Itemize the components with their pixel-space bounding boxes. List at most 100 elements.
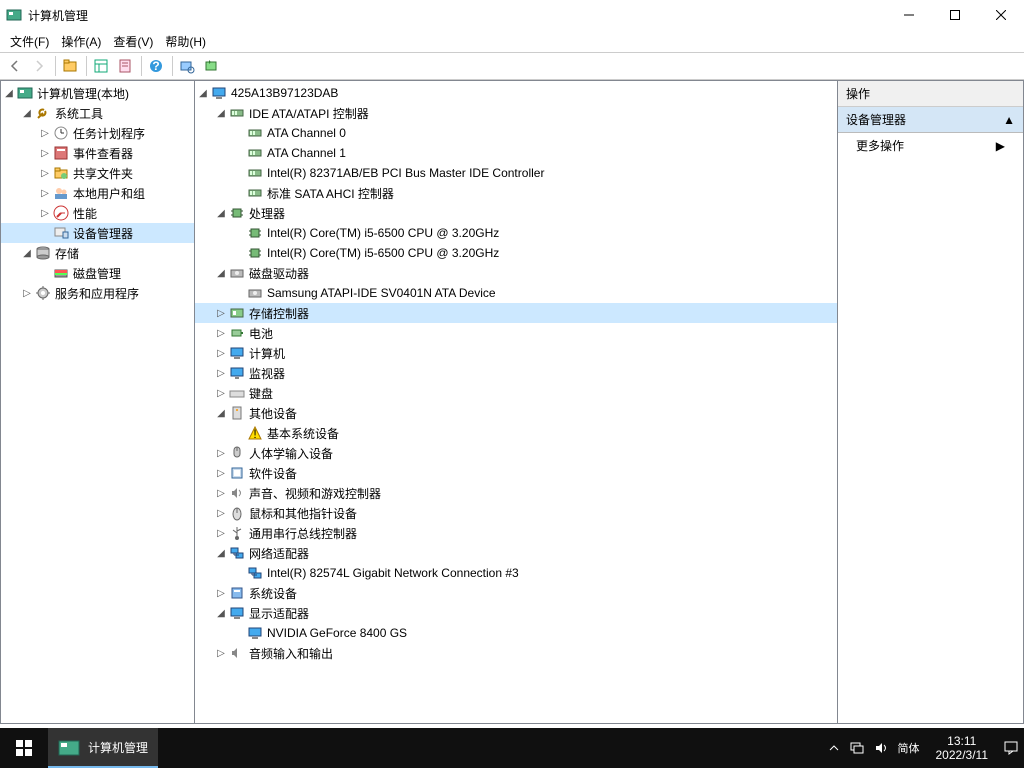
tray-volume-icon[interactable]	[874, 741, 888, 755]
tree-item[interactable]: ▷电池	[195, 323, 837, 343]
tree-item[interactable]: ◢处理器	[195, 203, 837, 223]
up-button[interactable]	[59, 55, 81, 77]
tree-item[interactable]: ▷计算机	[195, 343, 837, 363]
tree-twisty[interactable]: ◢	[195, 88, 211, 99]
tree-item[interactable]: ▷Intel(R) 82371AB/EB PCI Bus Master IDE …	[195, 163, 837, 183]
properties-button[interactable]	[114, 55, 136, 77]
tree-item[interactable]: ◢网络适配器	[195, 543, 837, 563]
tree-item[interactable]: ▷ 共享文件夹	[1, 163, 194, 183]
actions-category[interactable]: 设备管理器 ▲	[838, 107, 1023, 133]
tree-item[interactable]: ◢磁盘驱动器	[195, 263, 837, 283]
tree-item[interactable]: ◢显示适配器	[195, 603, 837, 623]
tree-item[interactable]: ▷通用串行总线控制器	[195, 523, 837, 543]
tree-item[interactable]: ▷ATA Channel 1	[195, 143, 837, 163]
maximize-button[interactable]	[932, 0, 978, 30]
tray-network-icon[interactable]	[850, 741, 864, 755]
tree-item[interactable]: ▷事件查看器	[1, 143, 194, 163]
tree-twisty[interactable]: ▷	[213, 448, 229, 459]
console-tree-pane[interactable]: ◢计算机管理(本地)◢系统工具▷任务计划程序▷事件查看器▷共享文件夹▷本地用户和…	[0, 80, 195, 724]
menu-help[interactable]: 帮助(H)	[159, 31, 212, 52]
display-icon	[229, 605, 245, 621]
tree-twisty[interactable]: ▷	[213, 368, 229, 379]
tree-twisty[interactable]: ▷	[37, 208, 53, 219]
more-actions[interactable]: 更多操作 ▶	[838, 133, 1023, 158]
tree-item[interactable]: ▷磁盘管理	[1, 263, 194, 283]
tree-item[interactable]: ▷音频输入和输出	[195, 643, 837, 663]
tree-twisty[interactable]: ◢	[213, 408, 229, 419]
tree-item[interactable]: ▷监视器	[195, 363, 837, 383]
tree-item[interactable]: ▷任务计划程序	[1, 123, 194, 143]
submenu-arrow-icon: ▶	[996, 139, 1005, 153]
tree-item[interactable]: ▷存储控制器	[195, 303, 837, 323]
tree-item[interactable]: ▷性能	[1, 203, 194, 223]
tree-twisty[interactable]: ▷	[37, 128, 53, 139]
tree-item[interactable]: ▷鼠标和其他指针设备	[195, 503, 837, 523]
menu-view[interactable]: 查看(V)	[107, 31, 159, 52]
tree-twisty[interactable]: ◢	[213, 548, 229, 559]
help-button[interactable]: ?	[145, 55, 167, 77]
tree-twisty[interactable]: ▷	[213, 468, 229, 479]
tree-item[interactable]: ▷Intel(R) 82574L Gigabit Network Connect…	[195, 563, 837, 583]
device-tree-pane[interactable]: ◢425A13B97123DAB◢IDE ATA/ATAPI 控制器▷ATA C…	[195, 80, 838, 724]
notifications-icon[interactable]	[1004, 741, 1018, 755]
tree-twisty[interactable]: ▷	[213, 308, 229, 319]
forward-button[interactable]	[28, 55, 50, 77]
tree-twisty[interactable]: ◢	[213, 108, 229, 119]
tree-twisty[interactable]: ◢	[19, 248, 35, 259]
tree-item[interactable]: ◢其他设备	[195, 403, 837, 423]
tree-item[interactable]: ▷设备管理器	[1, 223, 194, 243]
tree-twisty[interactable]: ▷	[213, 488, 229, 499]
taskbar-clock[interactable]: 13:11 2022/3/11	[930, 734, 995, 762]
tray-ime[interactable]: 简体	[898, 740, 920, 756]
tree-item[interactable]: ▷人体学输入设备	[195, 443, 837, 463]
tree-twisty[interactable]: ▷	[37, 188, 53, 199]
tree-item[interactable]: ▷Samsung ATAPI-IDE SV0401N ATA Device	[195, 283, 837, 303]
tree-item[interactable]: ▷系统设备	[195, 583, 837, 603]
tree-twisty[interactable]: ▷	[213, 388, 229, 399]
tree-twisty[interactable]: ◢	[213, 268, 229, 279]
show-hide-button[interactable]	[90, 55, 112, 77]
tree-twisty[interactable]: ▷	[19, 288, 35, 299]
tree-item[interactable]: ◢计算机管理(本地)	[1, 83, 194, 103]
tree-item-label: 键盘	[249, 385, 273, 402]
back-button[interactable]	[4, 55, 26, 77]
tree-twisty[interactable]: ◢	[1, 88, 17, 99]
tree-item[interactable]: ▷ATA Channel 0	[195, 123, 837, 143]
tree-twisty[interactable]: ▷	[37, 168, 53, 179]
start-button[interactable]	[0, 728, 48, 768]
tray-chevron-icon[interactable]	[828, 742, 840, 754]
tree-item[interactable]: ▷ 键盘	[195, 383, 837, 403]
tree-item-label: 共享文件夹	[73, 165, 133, 182]
tree-item[interactable]: ◢存储	[1, 243, 194, 263]
tree-item[interactable]: ▷Intel(R) Core(TM) i5-6500 CPU @ 3.20GHz	[195, 223, 837, 243]
tree-twisty[interactable]: ◢	[213, 208, 229, 219]
refresh-button[interactable]	[200, 55, 222, 77]
tree-item[interactable]: ▷软件设备	[195, 463, 837, 483]
tree-item[interactable]: ◢系统工具	[1, 103, 194, 123]
tree-twisty[interactable]: ▷	[213, 328, 229, 339]
tree-item[interactable]: ▷标准 SATA AHCI 控制器	[195, 183, 837, 203]
tree-item[interactable]: ◢IDE ATA/ATAPI 控制器	[195, 103, 837, 123]
tree-twisty[interactable]: ▷	[213, 348, 229, 359]
tree-item[interactable]: ▷本地用户和组	[1, 183, 194, 203]
menu-action[interactable]: 操作(A)	[55, 31, 107, 52]
taskbar-task[interactable]: 计算机管理	[48, 728, 158, 768]
tree-twisty[interactable]: ◢	[19, 108, 35, 119]
tree-twisty[interactable]: ▷	[213, 528, 229, 539]
tree-twisty[interactable]: ▷	[37, 148, 53, 159]
tree-item[interactable]: ▷声音、视频和游戏控制器	[195, 483, 837, 503]
tree-item[interactable]: ▷!基本系统设备	[195, 423, 837, 443]
tree-twisty[interactable]: ▷	[213, 648, 229, 659]
minimize-button[interactable]	[886, 0, 932, 30]
tree-item[interactable]: ◢425A13B97123DAB	[195, 83, 837, 103]
tree-item[interactable]: ▷服务和应用程序	[1, 283, 194, 303]
tree-item[interactable]: ▷Intel(R) Core(TM) i5-6500 CPU @ 3.20GHz	[195, 243, 837, 263]
scan-button[interactable]	[176, 55, 198, 77]
menu-file[interactable]: 文件(F)	[4, 31, 55, 52]
tree-twisty[interactable]: ▷	[213, 508, 229, 519]
tree-twisty[interactable]: ◢	[213, 608, 229, 619]
tree-twisty[interactable]: ▷	[213, 588, 229, 599]
hid-icon	[229, 445, 245, 461]
close-button[interactable]	[978, 0, 1024, 30]
tree-item[interactable]: ▷NVIDIA GeForce 8400 GS	[195, 623, 837, 643]
